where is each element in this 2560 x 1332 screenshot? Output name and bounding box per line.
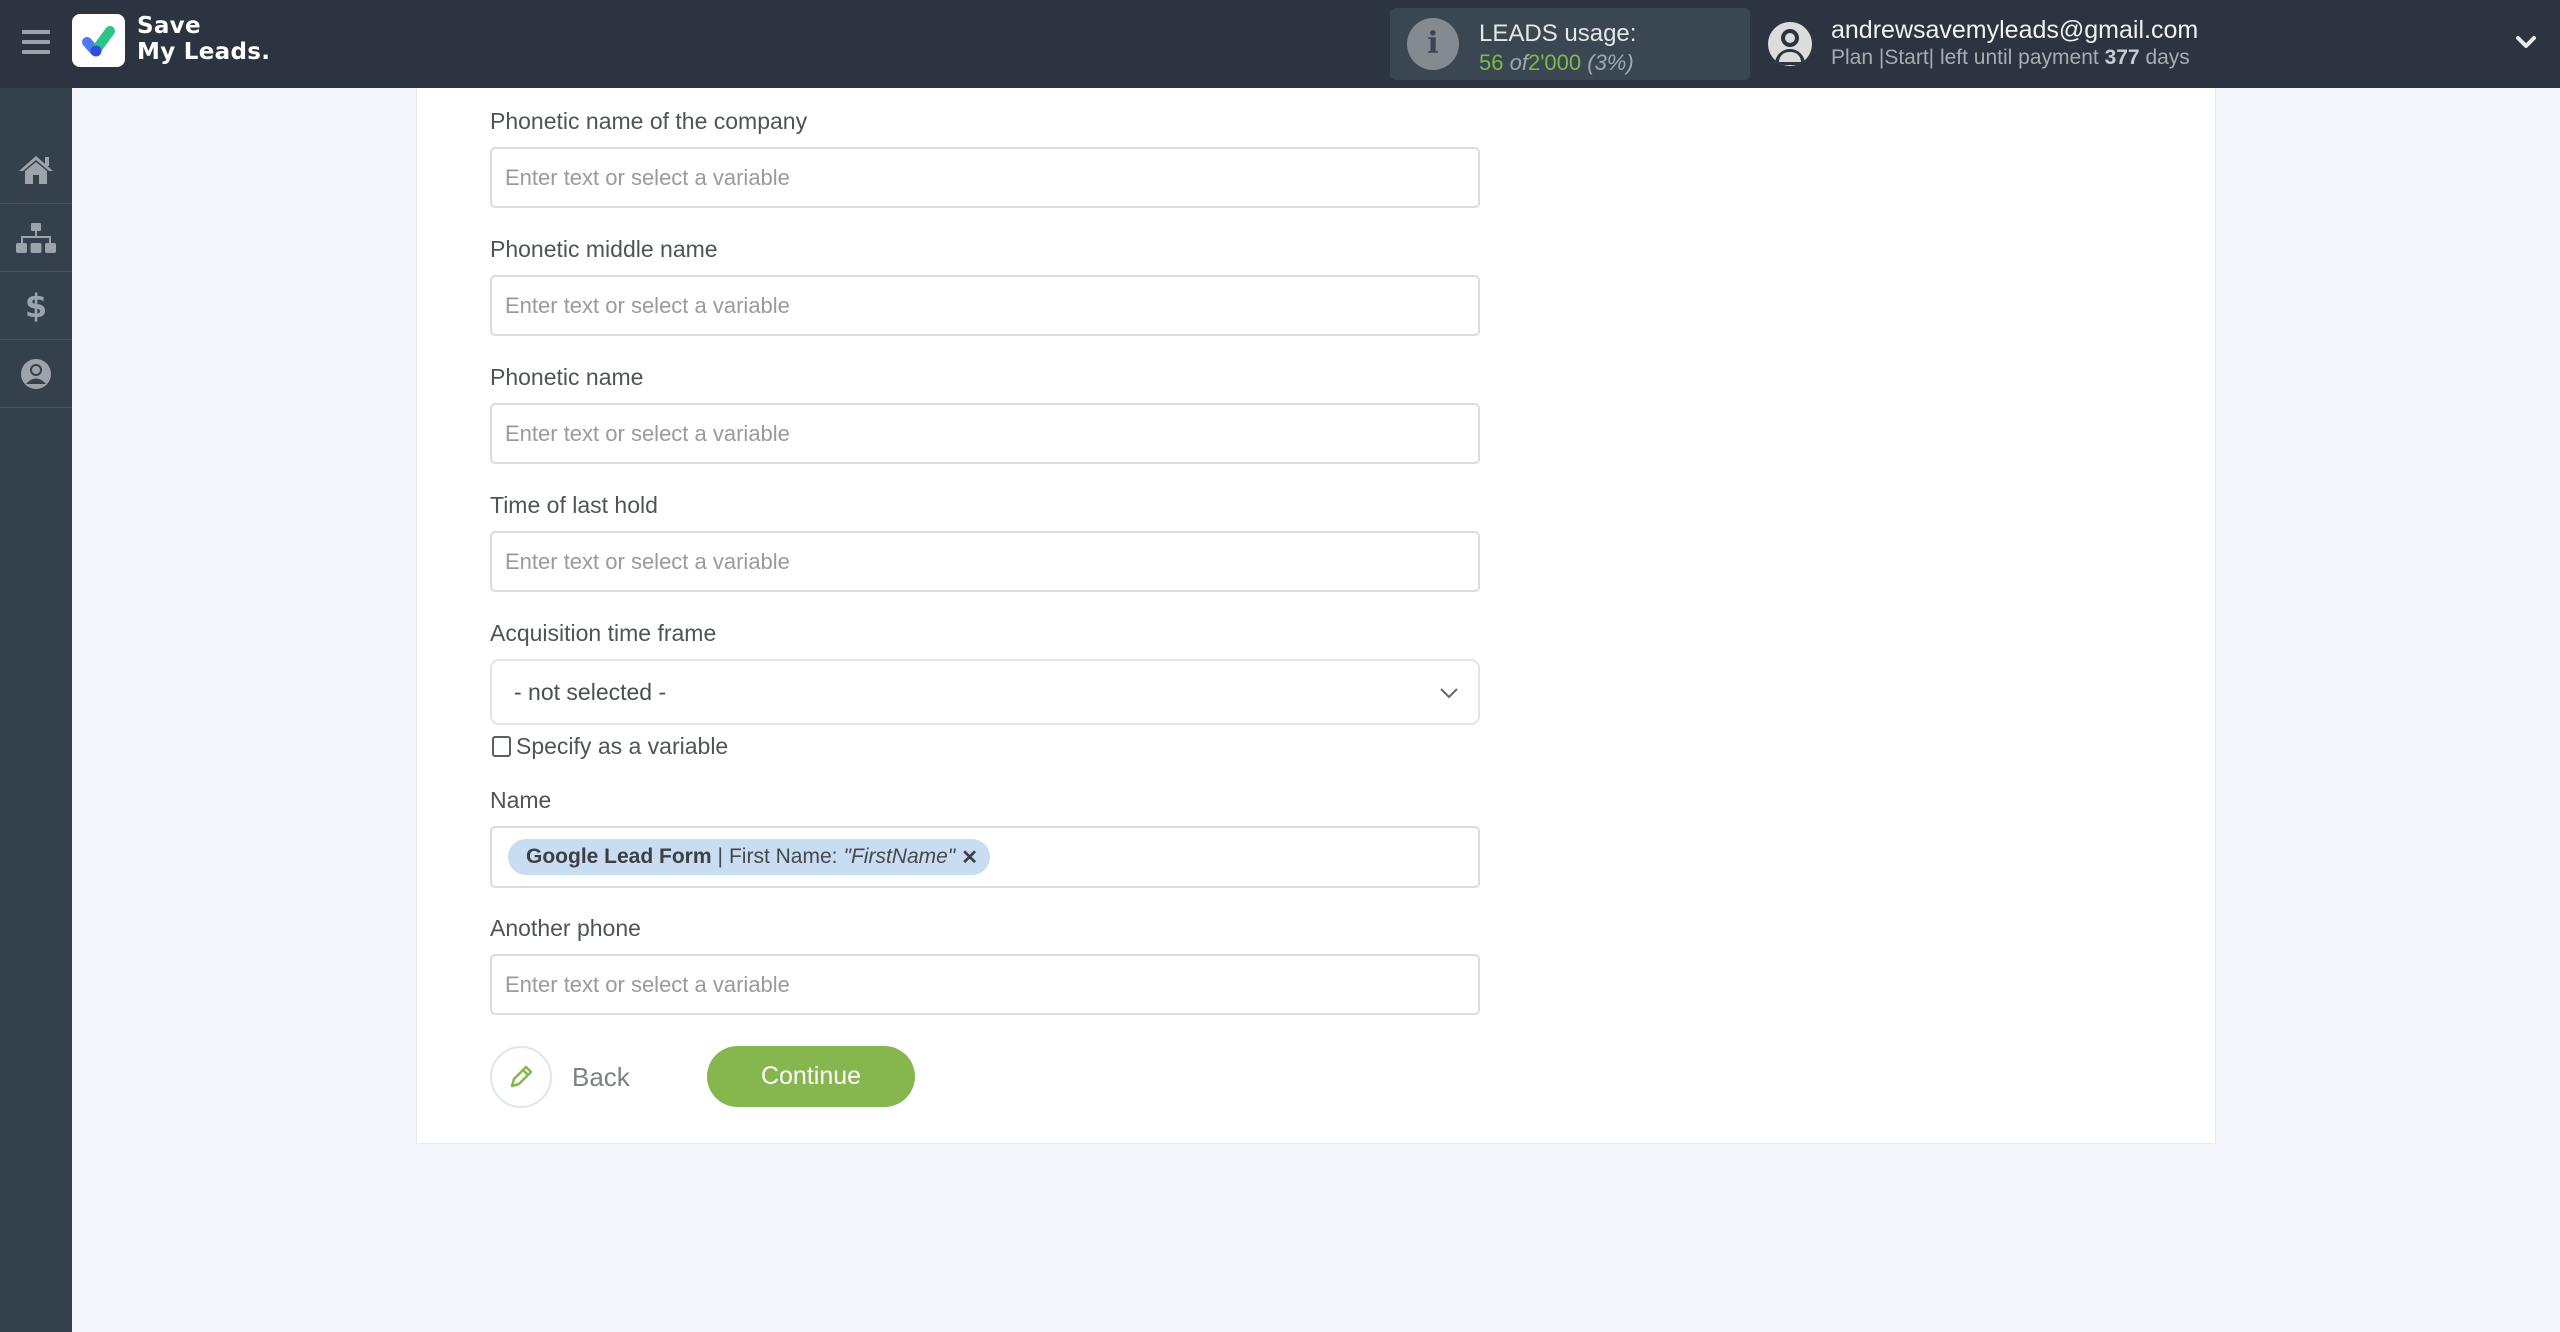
logo-text[interactable]: Save My Leads. xyxy=(137,13,270,65)
acquisition-time-frame-select[interactable]: - not selected - xyxy=(490,659,1480,725)
plan-prefix: Plan |Start| left until payment xyxy=(1831,46,2099,69)
time-of-last-hold-input[interactable] xyxy=(490,531,1480,592)
logo-icon[interactable] xyxy=(72,14,125,67)
logo-line-2: My Leads. xyxy=(137,39,271,65)
back-label: Back xyxy=(572,1061,630,1092)
back-button[interactable]: Back xyxy=(490,1046,630,1108)
chip-value: "FirstName" xyxy=(843,845,956,868)
field-label: Acquisition time frame xyxy=(490,620,717,646)
checkbox[interactable] xyxy=(492,736,511,757)
sidebar-item-billing[interactable]: $ xyxy=(0,272,72,340)
chevron-down-icon[interactable] xyxy=(2514,30,2538,54)
info-icon: i xyxy=(1407,18,1459,70)
menu-toggle-button[interactable] xyxy=(22,30,50,54)
sitemap-icon xyxy=(16,222,56,253)
menu-bar xyxy=(22,30,50,34)
user-plan-info: Plan |Start| left until payment 377 days xyxy=(1831,46,2190,70)
chip-field: First Name: xyxy=(728,845,838,868)
continue-button[interactable]: Continue xyxy=(707,1046,915,1107)
days-suffix: days xyxy=(2145,46,2190,69)
logo-line-1: Save xyxy=(137,13,201,39)
usage-used: 56 xyxy=(1479,50,1504,75)
select-value: - not selected - xyxy=(514,679,667,705)
sidebar: $ xyxy=(0,88,72,1332)
usage-total: 2'000 xyxy=(1527,50,1582,75)
field-label: Phonetic name of the company xyxy=(490,108,808,134)
back-circle xyxy=(490,1046,552,1108)
name-input[interactable]: Google Lead Form | First Name: "FirstNam… xyxy=(490,826,1480,888)
checkbox-label: Specify as a variable xyxy=(516,733,729,759)
leads-usage-panel: i LEADS usage: 56 of2'000 (3%) xyxy=(1390,8,1750,80)
chip-source: Google Lead Form xyxy=(526,845,712,868)
usage-of: of xyxy=(1509,50,1528,75)
usage-value: 56 of2'000 (3%) xyxy=(1479,50,1634,76)
field-label: Time of last hold xyxy=(490,492,658,518)
dollar-icon: $ xyxy=(24,286,48,325)
home-icon xyxy=(19,155,53,184)
field-label: Another phone xyxy=(490,915,641,941)
sidebar-item-account[interactable] xyxy=(0,340,72,408)
days-left: 377 xyxy=(2104,46,2140,69)
field-label: Phonetic name xyxy=(490,364,644,390)
pencil-icon xyxy=(510,1065,533,1088)
field-label: Name xyxy=(490,787,552,813)
menu-bar xyxy=(22,50,50,54)
chevron-down-icon xyxy=(1440,688,1458,699)
another-phone-input[interactable] xyxy=(490,954,1480,1015)
field-label: Phonetic middle name xyxy=(490,236,718,262)
remove-chip-icon[interactable]: ✕ xyxy=(961,845,978,870)
chip-separator: | xyxy=(717,845,723,868)
specify-as-variable-checkbox[interactable]: Specify as a variable xyxy=(492,733,728,760)
phonetic-name-input[interactable] xyxy=(490,403,1480,464)
sidebar-item-connections[interactable] xyxy=(0,204,72,272)
variable-chip[interactable]: Google Lead Form | First Name: "FirstNam… xyxy=(508,839,991,875)
top-header: Save My Leads. i LEADS usage: 56 of2'000… xyxy=(0,0,2560,88)
user-email[interactable]: andrewsavemyleads@gmail.com xyxy=(1831,16,2198,45)
usage-title: LEADS usage: xyxy=(1479,20,1637,47)
user-circle-icon xyxy=(21,358,51,389)
usage-percent: (3%) xyxy=(1587,50,1634,75)
phonetic-company-name-input[interactable] xyxy=(490,147,1480,208)
phonetic-middle-name-input[interactable] xyxy=(490,275,1480,336)
sidebar-item-home[interactable] xyxy=(0,136,72,204)
avatar-icon[interactable] xyxy=(1768,22,1812,66)
menu-bar xyxy=(22,40,50,44)
